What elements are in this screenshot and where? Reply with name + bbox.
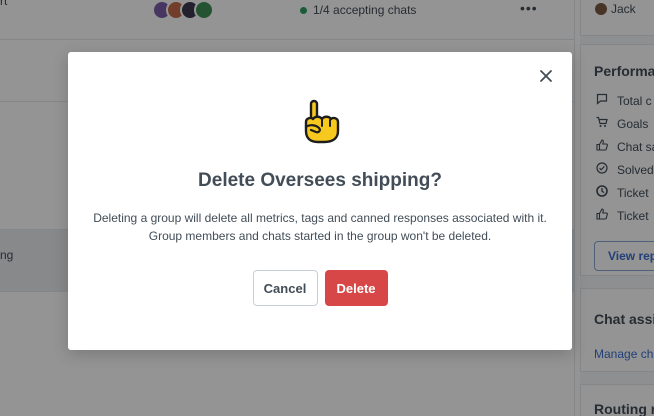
cancel-button[interactable]: Cancel — [252, 270, 318, 306]
dialog-title: Delete Oversees shipping? — [198, 170, 442, 191]
dialog-message-line: Deleting a group will delete all metrics… — [93, 211, 547, 225]
dialog-actions: Cancel Delete — [68, 270, 572, 306]
dialog-message: Deleting a group will delete all metrics… — [88, 209, 552, 245]
dialog-message-line: Group members and chats started in the g… — [148, 229, 492, 243]
close-icon[interactable] — [538, 68, 554, 84]
delete-group-dialog: Delete Oversees shipping? Deleting a gro… — [68, 52, 572, 350]
pointing-up-finger-icon — [300, 98, 342, 144]
delete-button[interactable]: Delete — [324, 270, 388, 306]
